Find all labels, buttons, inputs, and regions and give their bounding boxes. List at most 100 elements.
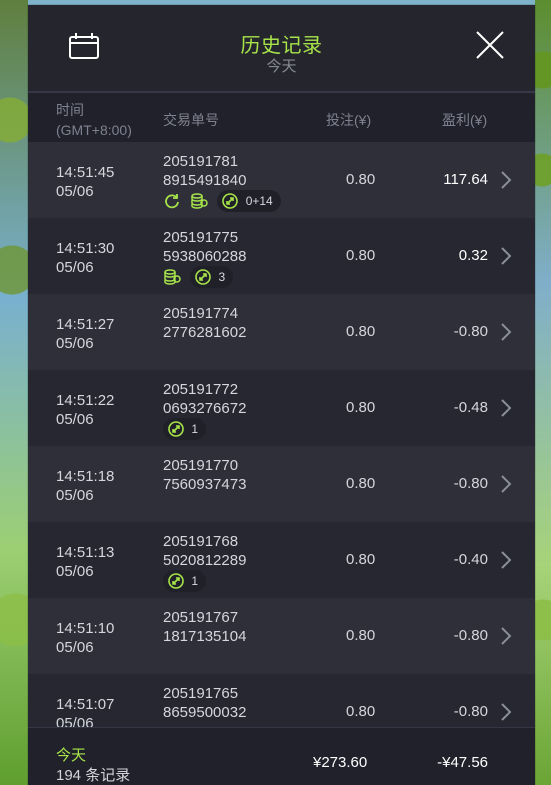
coins-badge (190, 190, 211, 212)
chevron-right-icon (501, 399, 512, 417)
row-bet: 0.80 (346, 475, 376, 492)
row-time: 14:51:18 (56, 468, 115, 485)
row-time: 14:51:22 (56, 392, 115, 409)
row-date: 05/06 (56, 411, 94, 428)
row-order-part1: 205191775 (163, 229, 239, 246)
row-order-part2: 1817135104 (163, 628, 247, 645)
history-row[interactable]: 14:51:13 05/06 205191768 5020812289 1 0.… (28, 522, 535, 598)
row-order-part2: 0693276672 (163, 400, 247, 417)
row-order-part2: 8915491840 (163, 172, 247, 189)
row-order-cell: 205191774 2776281602 (163, 304, 246, 342)
summary-profit-total: -¥47.56 (437, 754, 488, 771)
row-time-cell: 14:51:10 05/06 (56, 619, 114, 657)
close-icon (476, 31, 504, 59)
row-profit: 117.64 (443, 171, 488, 188)
spin-icon (195, 269, 211, 285)
row-bet: 0.80 (346, 247, 376, 264)
summary-footer: 今天 194 条记录 ¥273.60 -¥47.56 (28, 727, 535, 785)
row-time: 14:51:10 (56, 620, 115, 637)
spin-icon (168, 421, 184, 437)
spin-count: 3 (218, 270, 226, 284)
summary-today-label: 今天 (56, 747, 87, 764)
row-time: 14:51:45 (56, 164, 115, 181)
refresh-icon (165, 194, 179, 209)
column-header-timezone-label: (GMT+8:00) (56, 122, 132, 138)
row-time-cell: 14:51:18 05/06 (56, 467, 114, 505)
history-row[interactable]: 14:51:10 05/06 205191767 1817135104 0.80… (28, 598, 535, 674)
column-header-time: 时间 (GMT+8:00) (56, 100, 132, 140)
refresh-badge (163, 190, 184, 212)
row-bet: 0.80 (346, 703, 376, 720)
row-order-cell: 205191781 8915491840 (163, 152, 246, 190)
row-order-cell: 205191765 8659500032 (163, 684, 246, 722)
row-time: 14:51:07 (56, 696, 115, 713)
row-order-part1: 205191767 (163, 609, 239, 626)
spin-badge: 0+14 (217, 190, 281, 212)
row-date: 05/06 (56, 639, 94, 656)
coins-icon (164, 269, 181, 285)
summary-record-count: 194 条记录 (56, 767, 131, 784)
row-order-part1: 205191768 (163, 533, 239, 550)
column-header-profit: 盈利(¥) (442, 112, 488, 128)
row-order-cell: 205191767 1817135104 (163, 608, 246, 646)
row-time-cell: 14:51:07 05/06 (56, 695, 114, 729)
history-row[interactable]: 14:51:45 05/06 205191781 8915491840 0+14… (28, 142, 535, 218)
spin-icon (168, 573, 184, 589)
row-profit: 0.32 (458, 247, 488, 264)
row-bet: 0.80 (346, 171, 376, 188)
chevron-right-icon (501, 475, 512, 493)
row-profit: -0.80 (453, 703, 488, 720)
row-time-cell: 14:51:30 05/06 (56, 239, 114, 277)
history-list[interactable]: 14:51:45 05/06 205191781 8915491840 0+14… (28, 142, 535, 729)
row-time-cell: 14:51:13 05/06 (56, 543, 114, 581)
row-date: 05/06 (56, 487, 94, 504)
row-order-part1: 205191772 (163, 381, 239, 398)
row-order-cell: 205191768 5020812289 (163, 532, 246, 570)
row-date: 05/06 (56, 335, 94, 352)
coins-badge (163, 266, 184, 288)
row-date: 05/06 (56, 183, 94, 200)
header-bar: 历史记录 今天 (28, 5, 535, 93)
row-time: 14:51:30 (56, 240, 115, 257)
row-bet: 0.80 (346, 323, 376, 340)
chevron-right-icon (501, 551, 512, 569)
row-bet: 0.80 (346, 627, 376, 644)
history-row[interactable]: 14:51:18 05/06 205191770 7560937473 0.80… (28, 446, 535, 522)
row-bet: 0.80 (346, 399, 376, 416)
row-order-part1: 205191774 (163, 305, 239, 322)
row-icons: 3 (163, 266, 237, 288)
chevron-right-icon (501, 703, 512, 721)
history-row[interactable]: 14:51:30 05/06 205191775 5938060288 3 0.… (28, 218, 535, 294)
chevron-right-icon (501, 323, 512, 341)
row-order-cell: 205191770 7560937473 (163, 456, 246, 494)
chevron-right-icon (501, 171, 512, 189)
row-date: 05/06 (56, 259, 94, 276)
row-profit: -0.48 (453, 399, 488, 416)
row-time-cell: 14:51:27 05/06 (56, 315, 114, 353)
spin-count: 1 (191, 422, 199, 436)
page-subtitle: 今天 (266, 58, 297, 75)
row-order-part2: 2776281602 (163, 324, 247, 341)
row-icons: 1 (163, 418, 210, 440)
summary-bet-total: ¥273.60 (313, 754, 368, 771)
spin-icon (222, 193, 239, 209)
history-row[interactable]: 14:51:27 05/06 205191774 2776281602 0.80… (28, 294, 535, 370)
row-date: 05/06 (56, 563, 94, 580)
row-order-cell: 205191775 5938060288 (163, 228, 246, 266)
row-order-part2: 8659500032 (163, 704, 247, 721)
row-order-part2: 7560937473 (163, 476, 247, 493)
spin-badge: 1 (163, 418, 207, 440)
column-header-bet: 投注(¥) (326, 112, 372, 128)
history-panel: 历史记录 今天 时间 (GMT+8:00) 交易单号 投注(¥) 盈利(¥) 1… (28, 5, 535, 785)
page-title: 历史记录 (240, 35, 323, 57)
background-left (0, 0, 28, 785)
close-button[interactable] (472, 27, 508, 63)
row-icons: 0+14 (163, 190, 285, 212)
row-icons: 1 (163, 570, 210, 592)
row-time: 14:51:13 (56, 544, 115, 561)
row-profit: -0.80 (453, 475, 488, 492)
row-order-cell: 205191772 0693276672 (163, 380, 246, 418)
table-header: 时间 (GMT+8:00) 交易单号 投注(¥) 盈利(¥) (28, 93, 535, 142)
history-row[interactable]: 14:51:22 05/06 205191772 0693276672 1 0.… (28, 370, 535, 446)
history-row[interactable]: 14:51:07 05/06 205191765 8659500032 0.80… (28, 674, 535, 729)
